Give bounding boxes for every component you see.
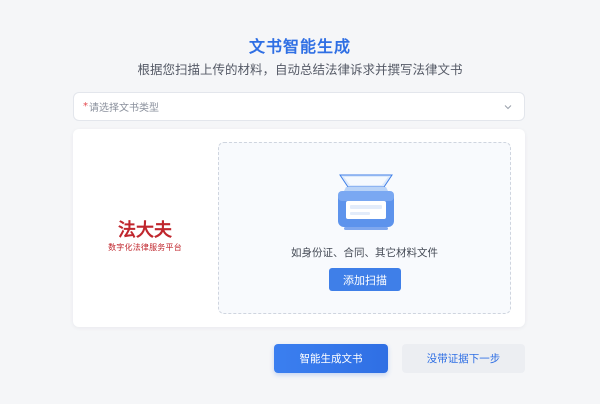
brand-logo: 法大夫 数字化法律服务平台 (101, 218, 189, 253)
add-scan-button[interactable]: 添加扫描 (329, 268, 401, 291)
doc-type-placeholder: 请选择文书类型 (89, 103, 159, 114)
svg-text:法大夫: 法大夫 (118, 219, 173, 240)
generate-document-button[interactable]: 智能生成文书 (274, 344, 388, 373)
upload-hint: 如身份证、合同、其它材料文件 (291, 247, 438, 259)
next-step-without-evidence-button[interactable]: 没带证据下一步 (402, 344, 525, 373)
upload-card: 法大夫 数字化法律服务平台 如身份证、合同、其它材料文件 添加扫描 (73, 129, 525, 327)
upload-dropzone[interactable]: 如身份证、合同、其它材料文件 添加扫描 (218, 142, 511, 314)
page-subtitle: 根据您扫描上传的材料，自动总结法律诉求并撰写法律文书 (137, 62, 463, 77)
doc-type-select[interactable]: * 请选择文书类型 (73, 92, 525, 121)
brand-tagline: 数字化法律服务平台 (108, 243, 182, 252)
scanner-icon (338, 174, 394, 230)
brand-logo-mark: 法大夫 (118, 219, 173, 240)
required-mark: * (83, 101, 88, 112)
chevron-down-icon (504, 104, 512, 109)
page-title: 文书智能生成 (248, 37, 351, 56)
